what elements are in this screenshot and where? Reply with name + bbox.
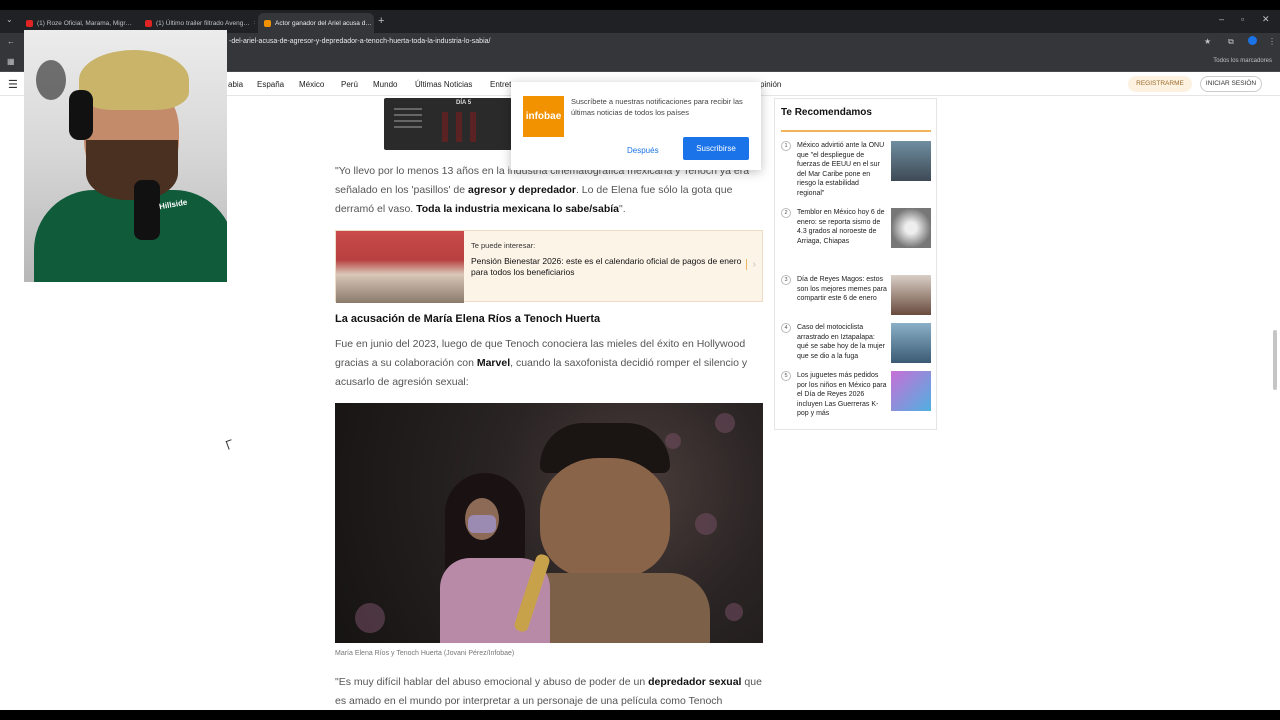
infographic-line	[394, 108, 422, 110]
recommendations-title: Te Recomendamos	[781, 107, 872, 118]
recommendation-title[interactable]: México advirtió ante la ONU que "el desp…	[797, 141, 887, 198]
star-icon[interactable]: ★	[1204, 37, 1211, 46]
all-bookmarks[interactable]: Todos los marcadores	[1213, 58, 1272, 64]
text-run: "Es muy difícil hablar del abuso emocion…	[335, 676, 649, 688]
infographic-bar	[442, 112, 448, 142]
article-paragraph: "Yo llevo por lo menos 13 años en la ind…	[335, 162, 765, 219]
tab-3[interactable]: Actor ganador del Ariel acusa d… ×	[258, 13, 374, 33]
man-face	[540, 458, 670, 578]
notification-message: Suscríbete a nuestras notificaciones par…	[571, 97, 743, 117]
subscribe-button[interactable]: Suscribirse	[683, 137, 749, 160]
youtube-icon	[145, 19, 152, 27]
hamburger-menu-icon[interactable]: ☰	[8, 78, 18, 91]
close-icon[interactable]: ×	[254, 20, 255, 27]
recommendation-thumbnail[interactable]	[891, 141, 931, 181]
related-label: Te puede interesar:	[471, 241, 536, 250]
decorative-shape	[355, 603, 385, 633]
notification-prompt: infobae Suscríbete a nuestras notificaci…	[511, 82, 761, 170]
infographic-bar	[470, 112, 476, 142]
tab-search-icon[interactable]: ⌄	[6, 15, 13, 24]
recommendation-title[interactable]: Temblor en México hoy 6 de enero: se rep…	[797, 208, 887, 246]
section-heading: La acusación de María Elena Ríos a Tenoc…	[335, 313, 601, 325]
recommendation-title[interactable]: Los juguetes más pedidos por los niños e…	[797, 371, 887, 419]
new-tab-icon[interactable]: +	[378, 15, 384, 27]
related-article-thumbnail	[336, 231, 464, 303]
text-run: ".	[619, 203, 626, 215]
decorative-shape	[725, 603, 743, 621]
nav-item-mundo[interactable]: Mundo	[373, 80, 397, 89]
infographic-line	[394, 126, 422, 128]
page-scrollbar[interactable]	[1273, 330, 1277, 390]
apps-icon[interactable]: ▦	[7, 57, 15, 66]
related-article-card[interactable]: Te puede interesar: Pensión Bienestar 20…	[335, 230, 763, 303]
decorative-shape	[665, 433, 681, 449]
nav-item-ultimas-noticias[interactable]: Últimas Noticias	[415, 80, 472, 89]
bold-text: depredador sexual	[648, 676, 742, 688]
mouse-cursor-icon	[225, 439, 235, 450]
article-photo	[335, 403, 763, 643]
infographic-line	[394, 114, 422, 116]
recommendation-thumbnail[interactable]	[891, 371, 931, 411]
later-button[interactable]: Después	[627, 146, 659, 155]
face-mask	[468, 515, 496, 533]
plant-decoration	[36, 60, 66, 100]
more-menu-icon[interactable]: ⋮	[1268, 37, 1276, 46]
tab-label: (1) Roze Oficial, Marama, Migr…	[37, 19, 132, 27]
recommendation-title[interactable]: Día de Reyes Magos: estos son los mejore…	[797, 275, 887, 304]
screen: ⌄ (1) Roze Oficial, Marama, Migr… × (1) …	[0, 10, 1280, 710]
article-paragraph: "Es muy difícil hablar del abuso emocion…	[335, 673, 765, 710]
related-title[interactable]: Pensión Bienestar 2026: este es el calen…	[471, 256, 746, 278]
recommendation-title[interactable]: Caso del motociclista arrastrado en Izta…	[797, 323, 887, 361]
nav-item[interactable]: abia	[228, 80, 243, 89]
streamer-hair	[79, 50, 189, 110]
url-field[interactable]: -del-ariel-acusa-de-agresor-y-depredador…	[229, 38, 490, 45]
item-number: 4	[781, 323, 791, 333]
nav-item-mexico[interactable]: México	[299, 80, 324, 89]
headphones-icon	[69, 90, 93, 140]
nav-item-opinion[interactable]: pinión	[760, 80, 781, 89]
bold-link[interactable]: Marvel	[477, 357, 510, 369]
login-button[interactable]: INICIAR SESIÓN	[1200, 76, 1262, 92]
chevron-right-icon[interactable]: ›	[745, 259, 756, 270]
recommendation-thumbnail[interactable]	[891, 275, 931, 315]
item-number: 5	[781, 371, 791, 381]
item-number: 2	[781, 208, 791, 218]
back-icon[interactable]: ←	[7, 37, 15, 46]
item-number: 1	[781, 141, 791, 151]
divider	[781, 130, 931, 132]
nav-item-peru[interactable]: Perú	[341, 80, 358, 89]
infographic-image: DÍA 5	[384, 98, 512, 150]
minimize-icon[interactable]: –	[1219, 14, 1224, 24]
decorative-shape	[695, 513, 717, 535]
bold-text: agresor y depredador	[468, 184, 576, 196]
recommendation-thumbnail[interactable]	[891, 208, 931, 248]
close-window-icon[interactable]: ✕	[1262, 14, 1270, 25]
nav-item-espana[interactable]: España	[257, 80, 284, 89]
recommendations-panel: Te Recomendamos 1 México advirtió ante l…	[774, 98, 937, 430]
youtube-icon	[26, 19, 33, 27]
photo-caption: María Elena Ríos y Tenoch Huerta (Jovani…	[335, 650, 515, 657]
streamer-shirt	[34, 190, 227, 282]
article-paragraph: Fue en junio del 2023, luego de que Teno…	[335, 335, 765, 392]
streamer-beard	[86, 140, 178, 200]
infographic-bar	[456, 112, 462, 142]
register-button[interactable]: REGISTRARME	[1128, 76, 1192, 92]
recommendation-thumbnail[interactable]	[891, 323, 931, 363]
infographic-line	[394, 120, 422, 122]
profile-avatar[interactable]	[1248, 36, 1257, 45]
tab-label: Actor ganador del Ariel acusa d…	[275, 19, 372, 27]
bold-text: Toda la industria mexicana lo sabe/sabía	[416, 203, 620, 215]
maximize-icon[interactable]: ▫	[1241, 14, 1244, 24]
item-number: 3	[781, 275, 791, 285]
infobae-logo: infobae	[523, 96, 564, 137]
infographic-day-label: DÍA 5	[456, 100, 472, 106]
microphone-icon	[134, 180, 160, 240]
webcam-overlay: Hillside	[24, 30, 227, 282]
nav-item-entretenimiento[interactable]: Entret	[490, 80, 511, 89]
infobae-favicon-icon	[264, 19, 271, 27]
decorative-shape	[715, 413, 735, 433]
extensions-icon[interactable]: ⧉	[1228, 37, 1234, 47]
tab-label: (1) Último trailer filtrado Aveng…	[156, 19, 250, 27]
